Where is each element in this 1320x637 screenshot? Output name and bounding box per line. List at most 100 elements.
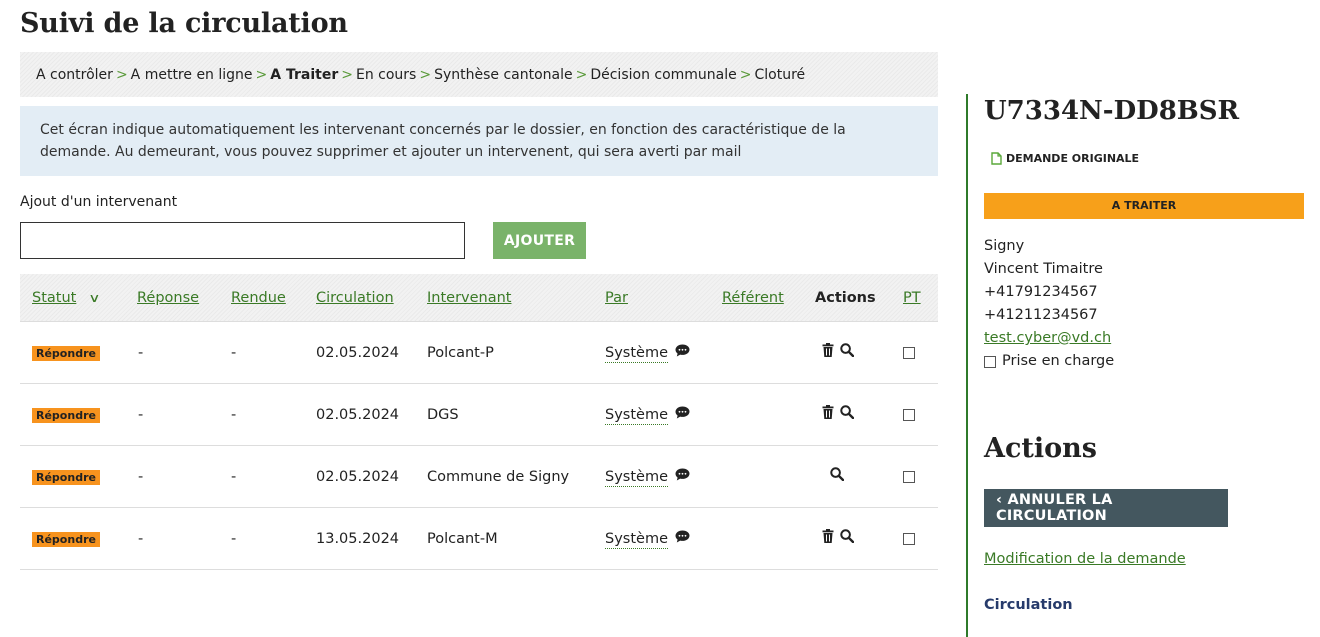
breadcrumb-separator: > — [115, 66, 128, 83]
rendue-cell: - — [231, 469, 237, 485]
actions-cell — [822, 508, 855, 570]
magnifier-icon[interactable] — [840, 322, 855, 384]
original-request-link[interactable]: DEMANDE ORIGINALE — [991, 152, 1139, 165]
table-row: Répondre - - 02.05.2024 Polcant-P Système — [20, 322, 938, 384]
intervenant-cell: DGS — [427, 407, 459, 423]
status-badge: Répondre — [32, 469, 100, 485]
table-row: Répondre - - 02.05.2024 DGS Système — [20, 384, 938, 446]
header-statut-label: Statut — [32, 290, 77, 306]
status-badge: Répondre — [32, 345, 100, 361]
circulation-date-cell: 02.05.2024 — [316, 407, 400, 423]
magnifier-icon[interactable] — [840, 384, 855, 446]
header-intervenant[interactable]: Intervenant — [427, 274, 512, 322]
actions-cell — [822, 322, 855, 384]
contact-block: Signy Vincent Timaitre +41791234567 +412… — [984, 235, 1114, 373]
pt-cell — [903, 322, 915, 384]
header-pt[interactable]: PT — [903, 274, 921, 322]
add-intervenant-label: Ajout d'un intervenant — [20, 194, 178, 210]
header-par[interactable]: Par — [605, 274, 628, 322]
statut-cell: Répondre — [32, 322, 100, 384]
prise-en-charge-checkbox[interactable] — [984, 355, 996, 368]
header-actions: Actions — [815, 290, 876, 306]
header-referent[interactable]: Référent — [722, 274, 784, 322]
breadcrumb-item[interactable]: En cours — [356, 67, 416, 83]
page-title: Suivi de la circulation — [20, 8, 348, 39]
status-badge: A TRAITER — [984, 193, 1304, 219]
trash-icon[interactable] — [822, 322, 834, 384]
circulation-link[interactable]: Circulation — [984, 597, 1073, 613]
breadcrumb-separator: > — [739, 66, 752, 83]
pt-checkbox[interactable] — [903, 347, 915, 359]
add-intervenant-input[interactable] — [20, 222, 465, 259]
pt-checkbox[interactable] — [903, 533, 915, 545]
circulation-date-cell: 02.05.2024 — [316, 469, 400, 485]
actions-title: Actions — [984, 433, 1097, 464]
comment-bubble-icon[interactable] — [675, 446, 690, 508]
comment-bubble-icon[interactable] — [675, 384, 690, 446]
comment-bubble-icon[interactable] — [675, 508, 690, 570]
breadcrumb-item[interactable]: A Traiter — [270, 67, 338, 83]
pt-cell — [903, 508, 915, 570]
magnifier-icon[interactable] — [840, 508, 855, 570]
par-value[interactable]: Système — [605, 406, 668, 425]
header-reponse[interactable]: Réponse — [137, 274, 199, 322]
header-statut[interactable]: Statut ∨ — [32, 274, 101, 322]
circulation-date-cell: 02.05.2024 — [316, 345, 400, 361]
table-row: Répondre - - 13.05.2024 Polcant-M Système — [20, 508, 938, 570]
prise-en-charge[interactable]: Prise en charge — [984, 350, 1114, 373]
breadcrumb-separator: > — [255, 66, 268, 83]
rendue-cell: - — [231, 531, 237, 547]
pt-checkbox[interactable] — [903, 471, 915, 483]
table-body: Répondre - -02.05.2024 Polcant-P Système Répo… — [20, 322, 938, 570]
pt-checkbox[interactable] — [903, 409, 915, 421]
cancel-circulation-label: ANNULER LA CIRCULATION — [996, 492, 1113, 524]
status-badge: Répondre — [32, 531, 100, 547]
intervenant-cell: Polcant-P — [427, 345, 494, 361]
breadcrumb-separator: > — [341, 66, 353, 83]
rendue-cell: - — [231, 345, 237, 361]
breadcrumb-item[interactable]: A mettre en ligne — [131, 67, 253, 83]
original-request-label: DEMANDE ORIGINALE — [1006, 152, 1140, 165]
comment-bubble-icon[interactable] — [675, 322, 690, 384]
reponse-cell: - — [138, 469, 144, 485]
circulation-date-cell: 13.05.2024 — [316, 531, 400, 547]
statut-cell: Répondre — [32, 508, 100, 570]
magnifier-icon[interactable] — [830, 446, 845, 508]
par-cell: Système — [605, 384, 690, 446]
trash-icon[interactable] — [822, 508, 834, 570]
header-rendue[interactable]: Rendue — [231, 274, 286, 322]
prise-en-charge-label: Prise en charge — [1002, 353, 1115, 369]
contact-email-link[interactable]: test.cyber@vd.ch — [984, 330, 1111, 346]
breadcrumb-separator: > — [419, 66, 432, 83]
dossier-id: U7334N-DD8BSR — [984, 96, 1240, 126]
add-button[interactable]: AJOUTER — [493, 222, 586, 259]
actions-cell — [830, 446, 845, 508]
statut-cell: Répondre — [32, 384, 100, 446]
sidebar-divider — [966, 94, 968, 637]
breadcrumb-item[interactable]: Décision communale — [590, 67, 736, 83]
header-circulation[interactable]: Circulation — [316, 274, 394, 322]
table-header: Statut ∨ Réponse Rendue Circulation Inter… — [20, 274, 938, 322]
document-icon — [991, 152, 1002, 165]
contact-commune: Signy — [984, 238, 1025, 254]
reponse-cell: - — [138, 345, 144, 361]
trash-icon[interactable] — [822, 384, 834, 446]
intervenant-cell: Commune de Signy — [427, 469, 570, 485]
par-cell: Système — [605, 508, 690, 570]
par-value[interactable]: Système — [605, 468, 668, 487]
chevron-left-icon: ‹ — [996, 492, 1008, 508]
actions-cell — [822, 384, 855, 446]
intervenants-table: Statut ∨ Réponse Rendue Circulation Inter… — [20, 274, 938, 570]
par-cell: Système — [605, 446, 690, 508]
par-value[interactable]: Système — [605, 530, 668, 549]
breadcrumb-item[interactable]: A contrôler — [36, 67, 113, 83]
cancel-circulation-button[interactable]: ‹ ANNULER LA CIRCULATION — [984, 489, 1228, 527]
intervenant-cell: Polcant-M — [427, 531, 498, 547]
breadcrumb-item[interactable]: Cloturé — [755, 67, 806, 83]
breadcrumb-item[interactable]: Synthèse cantonale — [434, 67, 573, 83]
chevron-down-icon[interactable]: ∨ — [89, 274, 101, 322]
statut-cell: Répondre — [32, 446, 100, 508]
par-value[interactable]: Système — [605, 344, 668, 363]
breadcrumb: A contrôler > A mettre en ligne > A Traiter >… — [20, 52, 938, 97]
modification-link[interactable]: Modification de la demande — [984, 551, 1186, 567]
